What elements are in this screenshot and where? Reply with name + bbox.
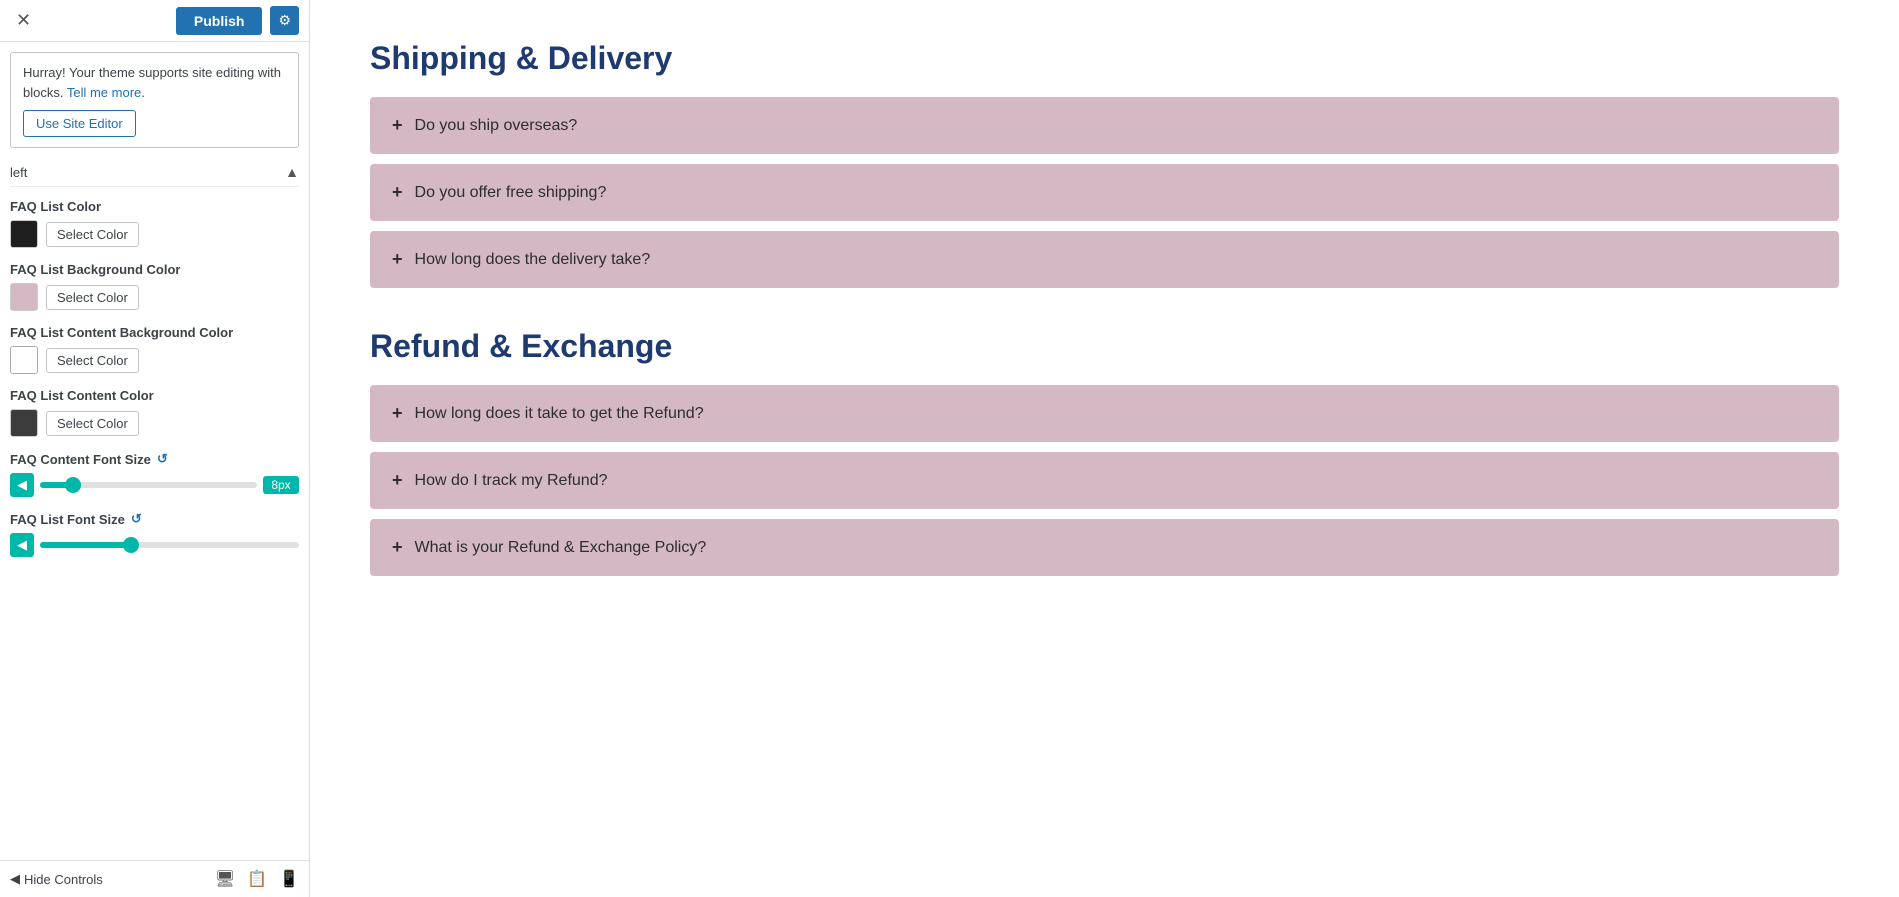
gear-button[interactable]: ⚙ (270, 6, 299, 35)
faq-list-content-color-label: FAQ List Content Color (10, 388, 299, 403)
faq-list-font-size-reset[interactable]: ↺ (131, 511, 142, 527)
faq-plus-icon: + (392, 470, 403, 491)
sidebar-topbar: ✕ Publish ⚙ (0, 0, 309, 42)
close-button[interactable]: ✕ (10, 8, 37, 33)
hide-controls-label: Hide Controls (24, 872, 103, 887)
hide-controls-button[interactable]: ◀ Hide Controls (10, 871, 103, 887)
faq-content-font-size-value: 8px (263, 476, 299, 494)
notice-box: Hurray! Your theme supports site editing… (10, 52, 299, 148)
faq-question-text: How do I track my Refund? (415, 472, 608, 490)
faq-list-font-size-section: FAQ List Font Size ↺ ◀ (10, 511, 299, 557)
faq-list-font-size-label: FAQ List Font Size ↺ (10, 511, 299, 527)
device-icons: 🖥 📋 📱 (215, 869, 299, 889)
faq-item-delivery-time[interactable]: + How long does the delivery take? (370, 231, 1839, 288)
alignment-value: left (10, 165, 27, 180)
sidebar: ✕ Publish ⚙ Hurray! Your theme supports … (0, 0, 310, 897)
faq-content-font-size-track[interactable] (40, 482, 257, 488)
faq-list-content-color-button[interactable]: Select Color (46, 411, 139, 436)
faq-content-font-size-label: FAQ Content Font Size ↺ (10, 451, 299, 467)
faq-question-text: Do you ship overseas? (415, 117, 578, 135)
faq-list-content-bg-color-label: FAQ List Content Background Color (10, 325, 299, 340)
faq-plus-icon: + (392, 249, 403, 270)
faq-plus-icon: + (392, 115, 403, 136)
faq-list-font-size-slider-row: ◀ (10, 533, 299, 557)
faq-item-free-shipping[interactable]: + Do you offer free shipping? (370, 164, 1839, 221)
faq-list-content-color-row: Select Color (10, 409, 299, 437)
publish-button[interactable]: Publish (176, 7, 263, 35)
main-content: Shipping & Delivery + Do you ship overse… (310, 0, 1899, 897)
faq-list-bg-color-row: Select Color (10, 283, 299, 311)
faq-list-color-row: Select Color (10, 220, 299, 248)
faq-content-font-size-reset[interactable]: ↺ (157, 451, 168, 467)
faq-list-content-bg-color-swatch[interactable] (10, 346, 38, 374)
refund-section-title: Refund & Exchange (370, 328, 1839, 365)
faq-question-text: How long does it take to get the Refund? (415, 405, 704, 423)
faq-list-bg-color-label: FAQ List Background Color (10, 262, 299, 277)
faq-list-content-bg-color-row: Select Color (10, 346, 299, 374)
faq-list-color-label: FAQ List Color (10, 199, 299, 214)
faq-plus-icon: + (392, 537, 403, 558)
chevron-left-icon: ◀ (10, 871, 20, 887)
tablet-icon[interactable]: 📋 (247, 869, 267, 889)
faq-list-color-swatch[interactable] (10, 220, 38, 248)
color-sections: FAQ List Color Select Color FAQ List Bac… (10, 199, 299, 437)
faq-question-text: How long does the delivery take? (415, 251, 651, 269)
faq-content-font-size-slider-row: ◀ 8px (10, 473, 299, 497)
sidebar-scroll-area[interactable]: left ▲ FAQ List Color Select Color FAQ L… (0, 158, 309, 860)
faq-question-text: Do you offer free shipping? (415, 184, 607, 202)
use-site-editor-button[interactable]: Use Site Editor (23, 110, 136, 137)
faq-item-refund-policy[interactable]: + What is your Refund & Exchange Policy? (370, 519, 1839, 576)
notice-text: Hurray! Your theme supports site editing… (23, 65, 281, 100)
faq-item-track-refund[interactable]: + How do I track my Refund? (370, 452, 1839, 509)
mobile-icon[interactable]: 📱 (279, 869, 299, 889)
faq-list-bg-color-swatch[interactable] (10, 283, 38, 311)
faq-plus-icon: + (392, 182, 403, 203)
faq-content-font-size-section: FAQ Content Font Size ↺ ◀ 8px (10, 451, 299, 497)
faq-question-text: What is your Refund & Exchange Policy? (415, 539, 707, 557)
faq-list-content-color-swatch[interactable] (10, 409, 38, 437)
faq-list-color-button[interactable]: Select Color (46, 222, 139, 247)
faq-item-refund-time[interactable]: + How long does it take to get the Refun… (370, 385, 1839, 442)
faq-item-ship-overseas[interactable]: + Do you ship overseas? (370, 97, 1839, 154)
tell-me-more-link[interactable]: Tell me more (67, 85, 141, 100)
faq-list-font-size-track[interactable] (40, 542, 299, 548)
faq-list-content-bg-color-button[interactable]: Select Color (46, 348, 139, 373)
desktop-icon[interactable]: 🖥 (215, 869, 235, 889)
scroll-up-arrow[interactable]: ▲ (285, 164, 299, 180)
alignment-row: left ▲ (10, 158, 299, 187)
faq-plus-icon: + (392, 403, 403, 424)
sidebar-bottom: ◀ Hide Controls 🖥 📋 📱 (0, 860, 309, 897)
faq-content-font-size-left-btn[interactable]: ◀ (10, 473, 34, 497)
shipping-section-title: Shipping & Delivery (370, 40, 1839, 77)
faq-list-font-size-left-btn[interactable]: ◀ (10, 533, 34, 557)
faq-list-bg-color-button[interactable]: Select Color (46, 285, 139, 310)
